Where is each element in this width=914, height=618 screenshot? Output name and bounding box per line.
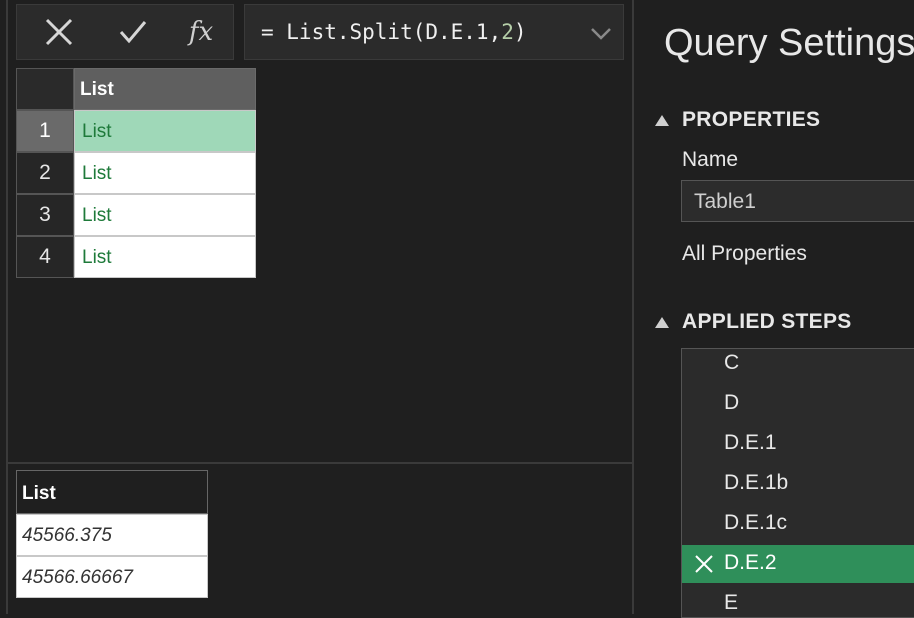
table-cell[interactable]: List: [74, 152, 256, 194]
formula-prefix: = List.Split(D.E.1,: [261, 20, 502, 44]
delete-step-icon[interactable]: [694, 554, 714, 574]
commit-formula-button[interactable]: [113, 5, 153, 59]
close-icon: [45, 18, 73, 46]
cancel-formula-button[interactable]: [39, 5, 79, 59]
properties-header[interactable]: PROPERTIES: [682, 108, 820, 132]
step-item[interactable]: D.E.1: [682, 425, 914, 463]
formula-number: 2: [501, 20, 514, 44]
query-name-field[interactable]: Table1: [681, 180, 914, 222]
table-cell[interactable]: List: [74, 194, 256, 236]
all-properties-link[interactable]: All Properties: [682, 242, 807, 266]
insert-function-button[interactable]: fx: [177, 5, 225, 59]
expand-formula-button[interactable]: [589, 23, 613, 43]
formula-toolbar: fx: [16, 4, 234, 60]
step-item[interactable]: E: [682, 585, 914, 617]
preview-cell[interactable]: 45566.66667: [16, 556, 208, 598]
step-item[interactable]: C: [682, 349, 914, 383]
step-item-selected[interactable]: D.E.2: [682, 545, 914, 583]
row-number[interactable]: 2: [16, 152, 74, 194]
step-item[interactable]: D: [682, 385, 914, 423]
fx-label: fx: [188, 17, 214, 47]
row-number[interactable]: 1: [16, 110, 74, 152]
formula-input[interactable]: = List.Split(D.E.1,2): [244, 4, 624, 60]
collapse-applied-steps-icon[interactable]: [655, 317, 669, 328]
step-item[interactable]: D.E.1b: [682, 465, 914, 503]
table-cell[interactable]: List: [74, 236, 256, 278]
applied-steps-list: C D D.E.1 D.E.1b D.E.1c D.E.2 E: [681, 348, 914, 618]
query-settings-title: Query Settings: [664, 22, 914, 64]
formula-text: = List.Split(D.E.1,2): [261, 20, 527, 44]
grid-corner[interactable]: [16, 68, 74, 110]
step-label: D.E.2: [724, 551, 777, 574]
chevron-down-icon: [591, 28, 611, 40]
row-number[interactable]: 4: [16, 236, 74, 278]
pane-divider[interactable]: [632, 0, 634, 614]
column-header-list[interactable]: List: [74, 68, 256, 110]
collapse-properties-icon[interactable]: [655, 115, 669, 126]
step-item[interactable]: D.E.1c: [682, 505, 914, 543]
row-number[interactable]: 3: [16, 194, 74, 236]
left-border: [6, 0, 8, 614]
table-cell[interactable]: List: [74, 110, 256, 152]
checkmark-icon: [119, 21, 147, 44]
preview-column-header: List: [16, 470, 208, 514]
applied-steps-header[interactable]: APPLIED STEPS: [682, 310, 852, 334]
formula-suffix: ): [513, 20, 527, 44]
preview-divider[interactable]: [8, 462, 634, 464]
name-label: Name: [682, 148, 739, 171]
preview-cell[interactable]: 45566.375: [16, 514, 208, 556]
